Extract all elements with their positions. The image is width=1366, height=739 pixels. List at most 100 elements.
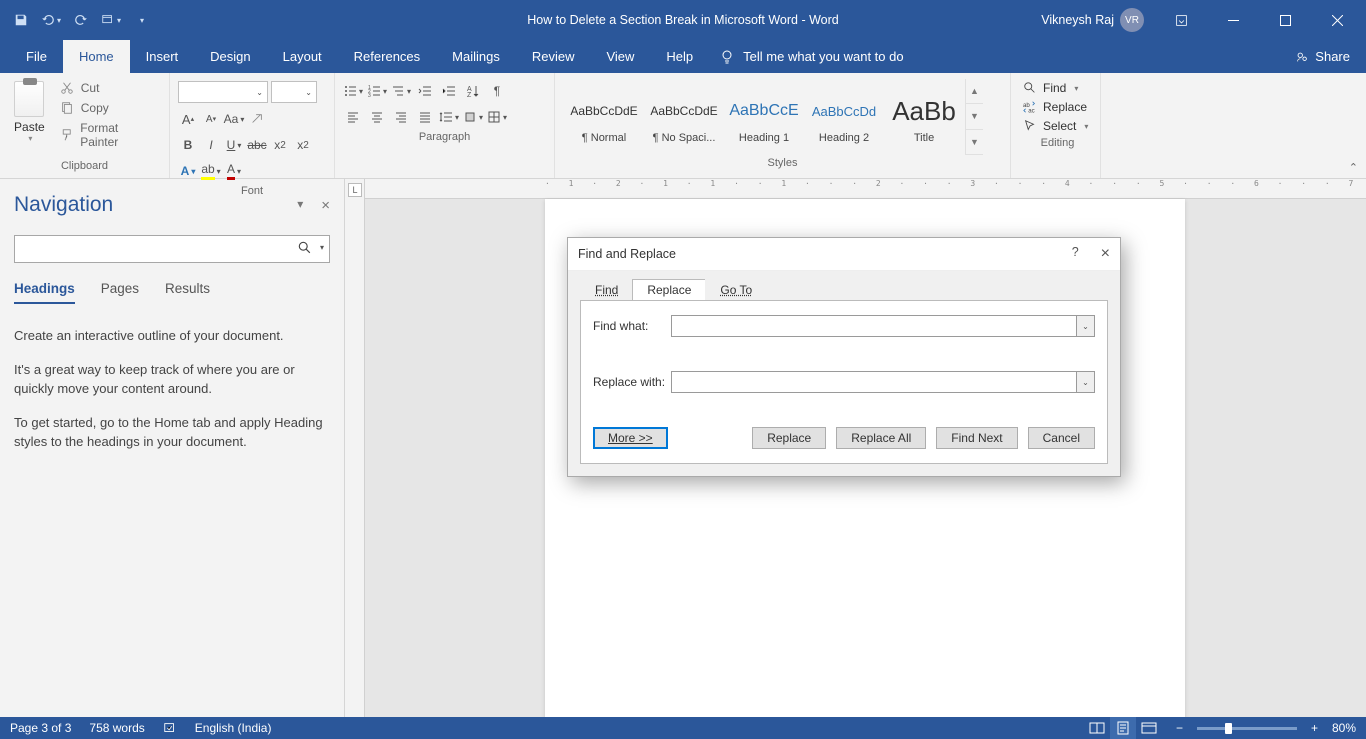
dialog-tab-find[interactable]: Find: [580, 279, 633, 300]
nav-tab-pages[interactable]: Pages: [101, 281, 139, 304]
close-button[interactable]: [1314, 5, 1360, 35]
font-name-select[interactable]: ⌄: [178, 81, 268, 103]
grow-font-button[interactable]: A▴: [178, 109, 198, 129]
tab-selector[interactable]: L: [348, 183, 362, 197]
font-color-button[interactable]: A▾: [224, 161, 244, 181]
zoom-slider[interactable]: [1197, 727, 1297, 730]
subscript-button[interactable]: x2: [270, 135, 290, 155]
styles-scroll-down[interactable]: ▼: [966, 104, 983, 129]
find-button[interactable]: Find▾: [1023, 81, 1092, 95]
align-center-button[interactable]: [367, 107, 387, 127]
nav-tab-results[interactable]: Results: [165, 281, 210, 304]
search-icon[interactable]: [298, 241, 312, 255]
replace-action-button[interactable]: Replace: [752, 427, 826, 449]
bold-button[interactable]: B: [178, 135, 198, 155]
tab-review[interactable]: Review: [516, 40, 591, 73]
style-tile-0[interactable]: AaBbCcDdE¶ Normal: [565, 79, 643, 155]
nav-close-button[interactable]: ×: [321, 197, 330, 214]
superscript-button[interactable]: x2: [293, 135, 313, 155]
show-marks-button[interactable]: ¶: [487, 81, 507, 101]
style-tile-4[interactable]: AaBbTitle: [885, 79, 963, 155]
zoom-in-button[interactable]: +: [1307, 721, 1322, 735]
find-what-input[interactable]: [671, 315, 1077, 337]
spell-check-icon[interactable]: [163, 721, 177, 735]
tab-file[interactable]: File: [10, 40, 63, 73]
zoom-out-button[interactable]: −: [1172, 721, 1187, 735]
nav-tab-headings[interactable]: Headings: [14, 281, 75, 304]
more-button[interactable]: More >>: [593, 427, 668, 449]
nav-options-button[interactable]: ▾: [297, 197, 303, 214]
clear-formatting-button[interactable]: [247, 109, 267, 129]
italic-button[interactable]: I: [201, 135, 221, 155]
tab-design[interactable]: Design: [194, 40, 266, 73]
qat-more-button[interactable]: ▾: [130, 9, 152, 31]
shrink-font-button[interactable]: A▾: [201, 109, 221, 129]
nav-search-options[interactable]: ▾: [320, 243, 324, 252]
tab-home[interactable]: Home: [63, 40, 130, 73]
text-effects-button[interactable]: A▾: [178, 161, 198, 181]
share-button[interactable]: Share: [1295, 49, 1350, 64]
collapse-ribbon-button[interactable]: ⌃: [1349, 161, 1358, 174]
bullets-button[interactable]: ▾: [343, 81, 363, 101]
redo-button[interactable]: [70, 9, 92, 31]
vertical-ruler[interactable]: L: [345, 179, 365, 717]
find-what-dropdown[interactable]: ⌄: [1077, 315, 1095, 337]
maximize-button[interactable]: [1262, 5, 1308, 35]
tab-insert[interactable]: Insert: [130, 40, 195, 73]
dialog-tab-replace[interactable]: Replace: [632, 279, 706, 300]
increase-indent-button[interactable]: [439, 81, 459, 101]
save-button[interactable]: [10, 9, 32, 31]
numbering-button[interactable]: 123▾: [367, 81, 387, 101]
cancel-button[interactable]: Cancel: [1028, 427, 1095, 449]
find-next-button[interactable]: Find Next: [936, 427, 1017, 449]
user-account[interactable]: Vikneysh Raj VR: [1041, 8, 1144, 32]
style-tile-3[interactable]: AaBbCcDdHeading 2: [805, 79, 883, 155]
minimize-button[interactable]: [1210, 5, 1256, 35]
multilevel-list-button[interactable]: ▾: [391, 81, 411, 101]
highlight-button[interactable]: ab▾: [201, 161, 221, 181]
justify-button[interactable]: [415, 107, 435, 127]
word-count[interactable]: 758 words: [89, 721, 144, 735]
tab-help[interactable]: Help: [650, 40, 709, 73]
zoom-level[interactable]: 80%: [1332, 721, 1356, 735]
replace-all-button[interactable]: Replace All: [836, 427, 926, 449]
paste-button[interactable]: Paste ▾: [6, 77, 53, 160]
tell-me[interactable]: Tell me what you want to do: [719, 49, 903, 65]
tab-layout[interactable]: Layout: [267, 40, 338, 73]
cut-button[interactable]: Cut: [59, 81, 157, 95]
underline-button[interactable]: U▾: [224, 135, 244, 155]
replace-with-dropdown[interactable]: ⌄: [1077, 371, 1095, 393]
align-right-button[interactable]: [391, 107, 411, 127]
align-left-button[interactable]: [343, 107, 363, 127]
line-spacing-button[interactable]: ▾: [439, 107, 459, 127]
format-painter-button[interactable]: Format Painter: [59, 121, 157, 149]
sort-button[interactable]: AZ: [463, 81, 483, 101]
styles-scroll-up[interactable]: ▲: [966, 79, 983, 104]
tab-view[interactable]: View: [590, 40, 650, 73]
style-tile-1[interactable]: AaBbCcDdE¶ No Spaci...: [645, 79, 723, 155]
copy-button[interactable]: Copy: [59, 101, 157, 115]
replace-button[interactable]: abac Replace: [1023, 100, 1092, 114]
page-status[interactable]: Page 3 of 3: [10, 721, 71, 735]
tab-references[interactable]: References: [338, 40, 436, 73]
qat-customize-button[interactable]: ▾: [100, 9, 122, 31]
horizontal-ruler[interactable]: · 1 · 2 · 1 · 1 · · 1 · · · 2 · · · 3 · …: [365, 179, 1366, 199]
print-layout-button[interactable]: [1110, 717, 1136, 739]
tab-mailings[interactable]: Mailings: [436, 40, 516, 73]
zoom-thumb[interactable]: [1225, 723, 1232, 734]
language-status[interactable]: English (India): [195, 721, 272, 735]
strikethrough-button[interactable]: abc: [247, 135, 267, 155]
dialog-help-button[interactable]: ?: [1072, 245, 1079, 263]
web-layout-button[interactable]: [1136, 717, 1162, 739]
undo-button[interactable]: ▾: [40, 9, 62, 31]
change-case-button[interactable]: Aa▾: [224, 109, 244, 129]
style-tile-2[interactable]: AaBbCcEHeading 1: [725, 79, 803, 155]
read-mode-button[interactable]: [1084, 717, 1110, 739]
font-size-select[interactable]: ⌄: [271, 81, 317, 103]
borders-button[interactable]: ▾: [487, 107, 507, 127]
decrease-indent-button[interactable]: [415, 81, 435, 101]
dialog-titlebar[interactable]: Find and Replace ? ×: [568, 238, 1120, 271]
dialog-tab-goto[interactable]: Go To: [705, 279, 767, 300]
replace-with-input[interactable]: [671, 371, 1077, 393]
nav-search-input[interactable]: [14, 235, 330, 263]
